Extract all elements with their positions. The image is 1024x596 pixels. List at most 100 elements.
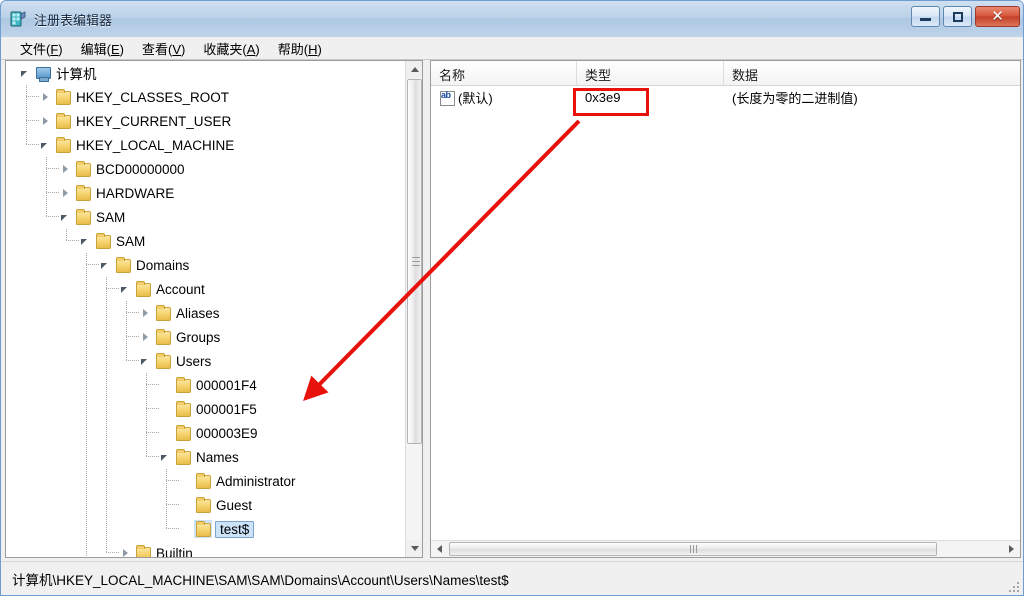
menu-edit-post: ) [119, 41, 124, 57]
tree-item-bcd00000000[interactable]: BCD00000000 [6, 157, 405, 181]
tree-item-groups[interactable]: Groups [6, 325, 405, 349]
column-header-type[interactable]: 类型 [577, 61, 724, 85]
menu-item-view[interactable]: 查看(V) [133, 37, 194, 60]
menu-item-favorites[interactable]: 收藏夹(A) [194, 37, 268, 60]
tree-guide-line [26, 85, 27, 109]
tree-guide-elbow [46, 168, 59, 169]
tree-item-hkey-classes-root[interactable]: HKEY_CLASSES_ROOT [6, 85, 405, 109]
folder-icon [174, 448, 192, 466]
tree-guide-elbow [106, 288, 119, 289]
maximize-button[interactable] [943, 6, 972, 27]
status-bar: 计算机\HKEY_LOCAL_MACHINE\SAM\SAM\Domains\A… [1, 561, 1023, 595]
collapse-toggle-icon[interactable] [60, 205, 74, 229]
expand-toggle-icon[interactable] [40, 85, 54, 109]
expand-toggle-icon[interactable] [60, 181, 74, 205]
tree-item-test[interactable]: test$ [6, 517, 405, 541]
collapse-toggle-icon[interactable] [40, 133, 54, 157]
computer-icon [34, 64, 52, 82]
values-scroll-right-button[interactable] [1003, 541, 1020, 557]
tree-item-hkey-local-machine[interactable]: HKEY_LOCAL_MACHINE [6, 133, 405, 157]
table-row[interactable]: (默认) 0x3e9 (长度为零的二进制值) [431, 86, 1020, 108]
collapse-toggle-icon[interactable] [160, 445, 174, 469]
folder-icon [194, 520, 212, 538]
menu-fav-pre: 收藏夹( [203, 41, 247, 57]
tree-guide-line [146, 373, 147, 397]
tree-guide-elbow [86, 264, 99, 265]
collapse-toggle-icon[interactable] [100, 253, 114, 277]
column-header-data[interactable]: 数据 [724, 61, 1018, 85]
expand-toggle-icon[interactable] [120, 541, 134, 557]
tree-item-label: BCD00000000 [96, 161, 185, 177]
tree-guide-line [86, 469, 87, 493]
tree-item-aliases[interactable]: Aliases [6, 301, 405, 325]
tree-item-000001f4[interactable]: 000001F4 [6, 373, 405, 397]
tree-scroll-up-button[interactable] [406, 61, 422, 78]
close-button[interactable]: ✕ [975, 6, 1020, 27]
collapse-toggle-icon[interactable] [140, 349, 154, 373]
value-type-cell: 0x3e9 [585, 89, 621, 105]
tree-item-000001f5[interactable]: 000001F5 [6, 397, 405, 421]
tree-item-hkey-current-user[interactable]: HKEY_CURRENT_USER [6, 109, 405, 133]
collapse-toggle-icon[interactable] [120, 277, 134, 301]
expand-toggle-icon[interactable] [140, 325, 154, 349]
tree-guide-line [86, 277, 87, 301]
tree-item-account[interactable]: Account [6, 277, 405, 301]
values-scroll-left-button[interactable] [431, 541, 448, 557]
registry-values-pane[interactable]: 名称 类型 数据 (默认) 0x3e9 (长度为零的二进制值) [430, 60, 1021, 558]
expand-toggle-icon[interactable] [140, 301, 154, 325]
tree-item-names[interactable]: Names [6, 445, 405, 469]
registry-editor-window: 注册表编辑器 ✕ 文件(F) 编辑(E) 查看(V) 收藏夹(A) 帮助(H) … [0, 0, 1024, 596]
tree-item-[interactable]: 计算机 [6, 61, 405, 85]
menu-item-edit[interactable]: 编辑(E) [72, 37, 133, 60]
folder-icon [54, 136, 72, 154]
column-header-name[interactable]: 名称 [431, 61, 577, 85]
tree-vertical-scrollbar[interactable] [405, 61, 422, 557]
tree-guide-line [86, 421, 87, 445]
tree-item-sam[interactable]: SAM [6, 229, 405, 253]
tree-guide-elbow [66, 240, 79, 241]
tree-guide-line [106, 421, 107, 445]
tree-guide-elbow [146, 456, 159, 457]
menu-help-pre: 帮助( [277, 41, 309, 57]
title-bar[interactable]: 注册表编辑器 ✕ [1, 1, 1023, 37]
tree-item-000003e9[interactable]: 000003E9 [6, 421, 405, 445]
tree-guide-line [106, 349, 107, 373]
tree-scrollbar-thumb[interactable] [407, 79, 422, 444]
values-scrollbar-thumb[interactable] [449, 542, 937, 556]
tree-item-users[interactable]: Users [6, 349, 405, 373]
minimize-button[interactable] [911, 6, 940, 27]
tree-guide-line [146, 397, 147, 421]
tree-item-administrator[interactable]: Administrator [6, 469, 405, 493]
tree-item-builtin[interactable]: Builtin [6, 541, 405, 557]
resize-grip-icon[interactable] [1008, 579, 1022, 593]
tree-item-label: Administrator [216, 473, 296, 489]
menu-edit-pre: 编辑( [80, 41, 111, 57]
tree-item-label: HARDWARE [96, 185, 175, 201]
menu-fav-post: ) [255, 41, 260, 57]
expand-toggle-icon[interactable] [40, 109, 54, 133]
registry-tree-pane[interactable]: 计算机 HKEY_CLASSES_ROOT HKEY_CURRENT_USER HKE… [5, 60, 423, 558]
content-area: 计算机 HKEY_CLASSES_ROOT HKEY_CURRENT_USER HKE… [1, 60, 1023, 563]
tree-guide-line [86, 445, 87, 469]
tree-guide-elbow [146, 408, 159, 409]
tree-scroll-down-button[interactable] [406, 540, 422, 557]
tree-item-domains[interactable]: Domains [6, 253, 405, 277]
folder-icon [74, 160, 92, 178]
tree-guide-line [26, 109, 27, 133]
collapse-toggle-icon[interactable] [20, 61, 34, 85]
values-horizontal-scrollbar[interactable] [431, 540, 1020, 557]
expand-toggle-icon[interactable] [60, 157, 74, 181]
tree-item-hardware[interactable]: HARDWARE [6, 181, 405, 205]
tree-item-guest[interactable]: Guest [6, 493, 405, 517]
menu-item-file[interactable]: 文件(F) [11, 37, 72, 60]
folder-icon [54, 88, 72, 106]
close-icon: ✕ [991, 8, 1004, 25]
menu-item-help[interactable]: 帮助(H) [269, 37, 331, 60]
tree-item-sam[interactable]: SAM [6, 205, 405, 229]
collapse-toggle-icon[interactable] [80, 229, 94, 253]
tree-guide-line [86, 325, 87, 349]
tree-item-label: 000001F5 [196, 401, 257, 417]
window-controls: ✕ [911, 6, 1020, 27]
tree-item-label: Account [156, 281, 205, 297]
